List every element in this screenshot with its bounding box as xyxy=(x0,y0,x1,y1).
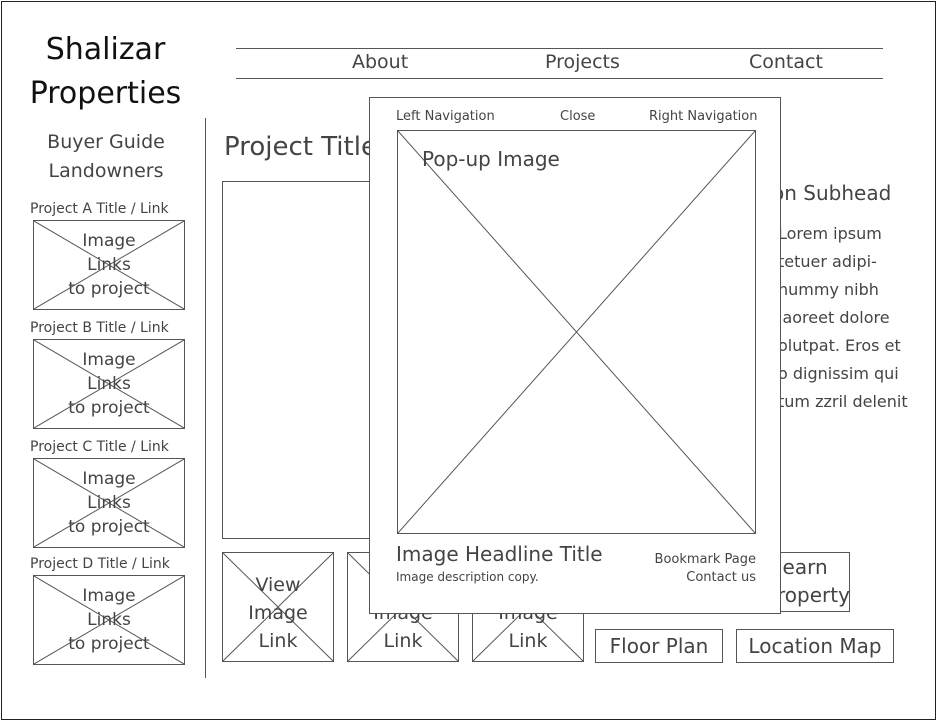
logo-line-2: Properties xyxy=(29,76,182,111)
popup-modal: Left Navigation Close Right Navigation P… xyxy=(369,97,781,614)
body-line: nummy nibh xyxy=(778,280,879,299)
site-logo[interactable]: Shalizar Properties xyxy=(18,28,193,116)
thumb-text: Link xyxy=(383,630,423,652)
nav-about[interactable]: About xyxy=(352,51,408,73)
subhead-text: Subhead xyxy=(803,181,892,205)
sidebar-link-buyer-guide[interactable]: Buyer Guide xyxy=(16,131,196,153)
project-b-image-text-3: to project xyxy=(68,398,150,418)
sidebar-divider xyxy=(205,118,206,678)
project-d-image-text-3: to project xyxy=(68,634,150,654)
nav-top-rule xyxy=(236,48,883,49)
nav-contact[interactable]: Contact xyxy=(749,51,823,73)
thumb-text: View xyxy=(255,574,301,596)
nav-bottom-rule xyxy=(236,78,883,79)
popup-image: Pop-up Image xyxy=(397,130,756,534)
body-line: olutpat. Eros et xyxy=(778,336,901,355)
body-line: Lorem ipsum xyxy=(778,224,882,243)
main-image-area xyxy=(222,181,382,539)
thumb-text: Image xyxy=(248,602,308,624)
project-b-title-link[interactable]: Project B Title / Link xyxy=(30,320,190,336)
project-d-title-link[interactable]: Project D Title / Link xyxy=(30,556,190,572)
popup-left-navigation[interactable]: Left Navigation xyxy=(396,109,495,124)
project-d-image-link[interactable]: Image Links to project xyxy=(33,575,185,665)
popup-description: Image description copy. xyxy=(396,570,539,584)
project-c-image-text-1: Image xyxy=(82,469,136,489)
popup-bookmark-link[interactable]: Bookmark Page xyxy=(655,552,756,567)
popup-contact-link[interactable]: Contact us xyxy=(686,570,756,585)
floor-plan-button[interactable]: Floor Plan xyxy=(595,629,723,663)
learn-line-1: learn xyxy=(777,555,828,579)
project-b-image-text-2: Links xyxy=(87,374,131,394)
project-d-image-text-2: Links xyxy=(87,610,131,630)
body-line: tetuer adipi- xyxy=(778,252,877,271)
location-map-button[interactable]: Location Map xyxy=(736,629,894,663)
body-line: tum zzril delenit xyxy=(778,392,908,411)
project-b-image-text-1: Image xyxy=(82,350,136,370)
logo-line-1: Shalizar xyxy=(45,32,166,67)
body-line: o dignissim qui xyxy=(778,364,899,383)
body-line: laoreet dolore xyxy=(778,308,890,327)
sidebar-link-landowners[interactable]: Landowners xyxy=(16,160,196,182)
thumb-view-image-link-1[interactable]: View Image Link xyxy=(222,552,334,662)
project-a-image-text-1: Image xyxy=(82,231,136,251)
thumb-text: Link xyxy=(508,630,548,652)
project-c-image-link[interactable]: Image Links to project xyxy=(33,458,185,548)
project-a-image-text-3: to project xyxy=(68,279,150,299)
project-c-title-link[interactable]: Project C Title / Link xyxy=(30,439,190,455)
image-placeholder-icon xyxy=(398,131,755,533)
project-title: Project Title xyxy=(224,132,377,162)
project-c-image-text-3: to project xyxy=(68,517,150,537)
project-c-image-text-2: Links xyxy=(87,493,131,513)
learn-line-2: roperty xyxy=(777,583,850,607)
nav-projects[interactable]: Projects xyxy=(545,51,620,73)
project-b-image-link[interactable]: Image Links to project xyxy=(33,339,185,429)
popup-image-label: Pop-up Image xyxy=(422,147,560,171)
project-a-image-text-2: Links xyxy=(87,255,131,275)
popup-right-navigation[interactable]: Right Navigation xyxy=(649,109,757,124)
popup-close-button[interactable]: Close xyxy=(560,109,595,124)
section-subhead: on Subhead xyxy=(772,181,891,205)
project-a-title-link[interactable]: Project A Title / Link xyxy=(30,201,190,217)
thumb-text: Link xyxy=(258,630,298,652)
project-a-image-link[interactable]: Image Links to project xyxy=(33,220,185,310)
body-copy: Lorem ipsum tetuer adipi- nummy nibh lao… xyxy=(778,220,938,416)
popup-headline: Image Headline Title xyxy=(396,542,603,566)
project-d-image-text-1: Image xyxy=(82,586,136,606)
